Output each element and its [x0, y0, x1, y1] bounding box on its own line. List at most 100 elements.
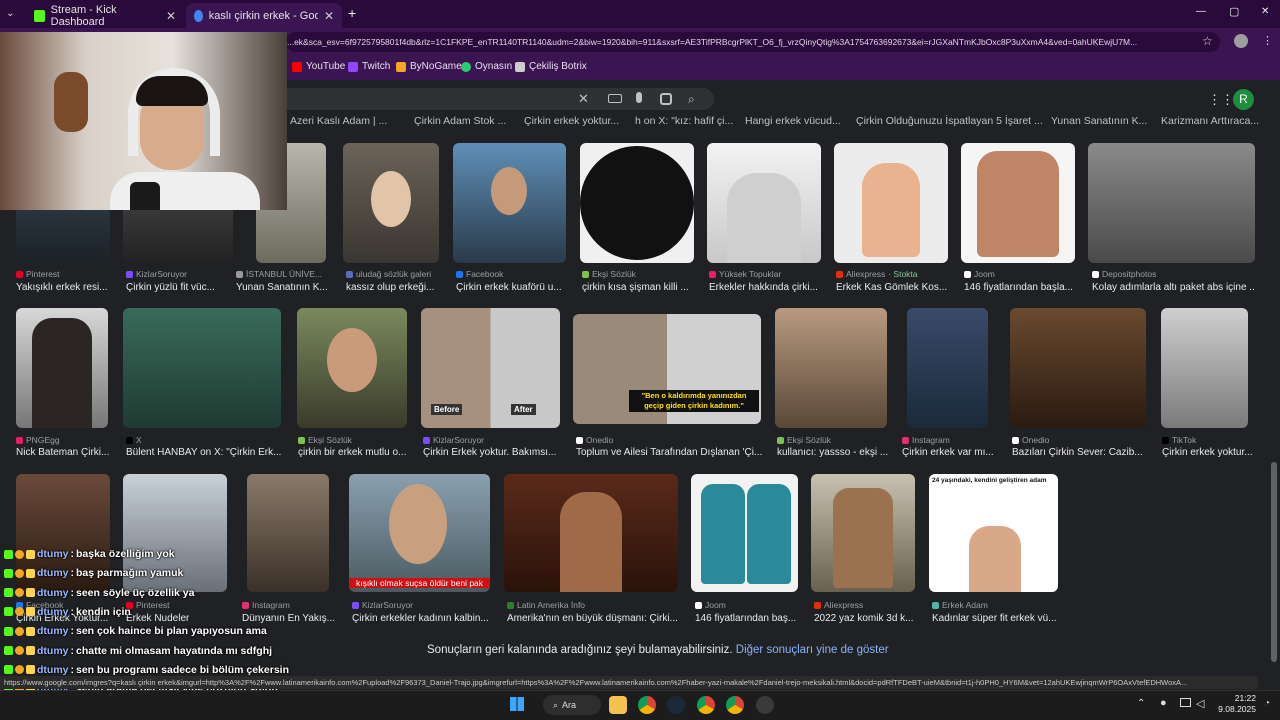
image-result[interactable] — [811, 474, 915, 592]
result-source[interactable]: Aliexpress · Stokta — [836, 269, 918, 279]
image-result[interactable] — [247, 474, 329, 592]
related-search-7[interactable]: Karizmanı Arttıraca... — [1161, 115, 1259, 127]
result-title[interactable]: 146 fiyatlarından başla... — [964, 282, 1073, 293]
result-source[interactable]: Instagram — [902, 435, 950, 445]
steam-icon[interactable] — [667, 696, 685, 714]
close-window-button[interactable]: ✕ — [1261, 6, 1269, 17]
lens-icon[interactable] — [660, 93, 672, 105]
result-title[interactable]: Kadınlar süper fit erkek vü... — [932, 613, 1056, 624]
scrollbar-thumb[interactable] — [1271, 462, 1277, 662]
result-title[interactable]: kassız olup erkeği... — [346, 282, 434, 293]
chrome-profile-icon[interactable] — [697, 696, 715, 714]
result-source[interactable]: Ekşi Sözlük — [777, 435, 831, 445]
image-result[interactable] — [16, 308, 108, 428]
result-source[interactable]: PNGEgg — [16, 435, 60, 445]
image-result[interactable] — [1161, 308, 1248, 428]
new-tab-button[interactable]: + — [348, 5, 356, 21]
result-title[interactable]: Yunan Sanatının K... — [236, 282, 328, 293]
clear-search-icon[interactable]: ✕ — [578, 91, 589, 107]
tab-search-button[interactable]: ⌄ — [6, 8, 14, 19]
image-result[interactable] — [834, 143, 948, 263]
image-result[interactable] — [907, 308, 988, 428]
bookmark-star-icon[interactable]: ☆ — [1202, 34, 1213, 48]
result-source[interactable]: Instagram — [242, 600, 290, 610]
result-source[interactable]: KizlarSoruyor — [423, 435, 484, 445]
image-result[interactable] — [707, 143, 821, 263]
result-source[interactable]: Erkek Adam — [932, 600, 988, 610]
microphone-icon[interactable] — [636, 92, 642, 103]
microphone-tray-icon[interactable]: ● — [1160, 697, 1167, 709]
clock[interactable]: 21:22 9.08.2025 — [1212, 693, 1256, 715]
result-source[interactable]: KizlarSoruyor — [352, 600, 413, 610]
menu-icon[interactable]: ⋮ — [1262, 34, 1273, 47]
search-icon[interactable]: ⌕ — [688, 92, 695, 107]
bookmark-bynogame[interactable]: ByNoGame — [396, 61, 462, 72]
bookmark-oynasin[interactable]: Oynasın — [461, 61, 512, 72]
result-title[interactable]: Çirkin erkek kuaförü u... — [456, 282, 562, 293]
apps-grid-icon[interactable]: ⋮⋮ — [1208, 92, 1234, 108]
image-result[interactable] — [343, 143, 439, 263]
result-source[interactable]: KizlarSoruyor — [126, 269, 187, 279]
result-title[interactable]: Amerika'nın en büyük düşmanı: Çirki... — [507, 613, 678, 624]
file-explorer-icon[interactable] — [609, 696, 627, 714]
result-source[interactable]: X — [126, 435, 142, 445]
related-search-1[interactable]: Çirkin Adam Stok ... — [414, 115, 506, 127]
result-title[interactable]: Kolay adımlarla altı paket abs içine ... — [1092, 282, 1254, 293]
result-title[interactable]: Çirkin erkekler kadının kalbin... — [352, 613, 489, 624]
image-result[interactable] — [504, 474, 678, 592]
related-search-4[interactable]: Hangi erkek vücud... — [745, 115, 841, 127]
result-title[interactable]: Erkekler hakkında çirki... — [709, 282, 818, 293]
result-title[interactable]: 146 fiyatlarından baş... — [695, 613, 796, 624]
result-source[interactable]: Pinterest — [126, 600, 170, 610]
result-source[interactable]: Ekşi Sözlük — [582, 269, 636, 279]
tab-google-search[interactable]: kaslı çirkin erkek - Google'da A ✕ — [186, 3, 342, 28]
minimize-button[interactable]: — — [1196, 6, 1206, 17]
bookmark-twitch[interactable]: Twitch — [348, 61, 390, 72]
result-title[interactable]: Çirkin Erkek yoktur. Bakımsı... — [423, 447, 556, 458]
chrome-icon[interactable] — [638, 696, 656, 714]
result-title[interactable]: çirkin kısa şişman killi ... — [582, 282, 689, 293]
image-result[interactable]: Before After — [421, 308, 560, 428]
result-source[interactable]: Aliexpress — [814, 600, 863, 610]
tray-chevron-icon[interactable]: ⌃ — [1137, 698, 1145, 709]
result-source[interactable]: İSTANBUL ÜNİVE... — [236, 269, 322, 279]
result-title[interactable]: Yakışıklı erkek resi... — [16, 282, 108, 293]
image-result[interactable]: 24 yaşındaki, kendini geliştiren adam — [929, 474, 1058, 592]
result-source[interactable]: Depositphotos — [1092, 269, 1156, 279]
obs-icon[interactable] — [756, 696, 774, 714]
display-tray-icon[interactable] — [1180, 698, 1191, 707]
image-result[interactable] — [961, 143, 1075, 263]
image-result[interactable] — [775, 308, 887, 428]
result-source[interactable]: Yüksek Topuklar — [709, 269, 781, 279]
image-result[interactable] — [691, 474, 798, 592]
result-title[interactable]: Bülent HANBAY on X: "Çirkin Erk... — [126, 447, 281, 458]
result-title[interactable]: 2022 yaz komik 3d k... — [814, 613, 914, 624]
image-result[interactable]: "Ben o kaldırımda yanınızdan geçip giden… — [573, 314, 761, 424]
image-result[interactable] — [1088, 143, 1255, 263]
related-search-6[interactable]: Yunan Sanatının K... — [1051, 115, 1147, 127]
bookmark-youtube[interactable]: YouTube — [292, 61, 345, 72]
related-search-0[interactable]: Azeri Kaslı Adam | ... — [290, 115, 387, 127]
related-search-2[interactable]: Çirkin erkek yoktur... — [524, 115, 619, 127]
result-source[interactable]: Facebook — [456, 269, 503, 279]
result-title[interactable]: Toplum ve Ailesi Tarafından Dışlanan 'Çi… — [576, 447, 762, 458]
profile-avatar[interactable] — [1234, 34, 1248, 48]
result-source[interactable]: Joom — [695, 600, 726, 610]
result-source[interactable]: Pinterest — [16, 269, 60, 279]
result-title[interactable]: Erkek Kas Gömlek Kos... — [836, 282, 947, 293]
result-title[interactable]: kullanıcı: yassso - ekşi ... — [777, 447, 888, 458]
result-source[interactable]: Latin Amerika İnfo — [507, 600, 585, 610]
volume-tray-icon[interactable]: ◁ — [1196, 697, 1204, 710]
taskbar-search[interactable]: ⌕ Ara — [543, 695, 601, 715]
image-result[interactable] — [297, 308, 407, 428]
show-more-link[interactable]: Diğer sonuçları yine de göster — [736, 644, 889, 656]
bookmark-cekilis-botrix[interactable]: Çekiliş Botrix — [515, 61, 587, 72]
close-tab-icon[interactable]: ✕ — [166, 9, 176, 23]
result-source[interactable]: Onedio — [1012, 435, 1049, 445]
result-title[interactable]: Bazıları Çirkin Sever: Cazib... — [1012, 447, 1143, 458]
result-title[interactable]: Nick Bateman Çirki... — [16, 447, 109, 458]
result-source[interactable]: uludağ sözlük galeri — [346, 269, 431, 279]
notification-bell-icon[interactable]: ◔ — [1264, 698, 1270, 709]
tab-kick-dashboard[interactable]: Stream - Kick Dashboard ✕ — [26, 3, 184, 28]
related-search-3[interactable]: h on X: "kız: hafif çi... — [635, 115, 733, 127]
